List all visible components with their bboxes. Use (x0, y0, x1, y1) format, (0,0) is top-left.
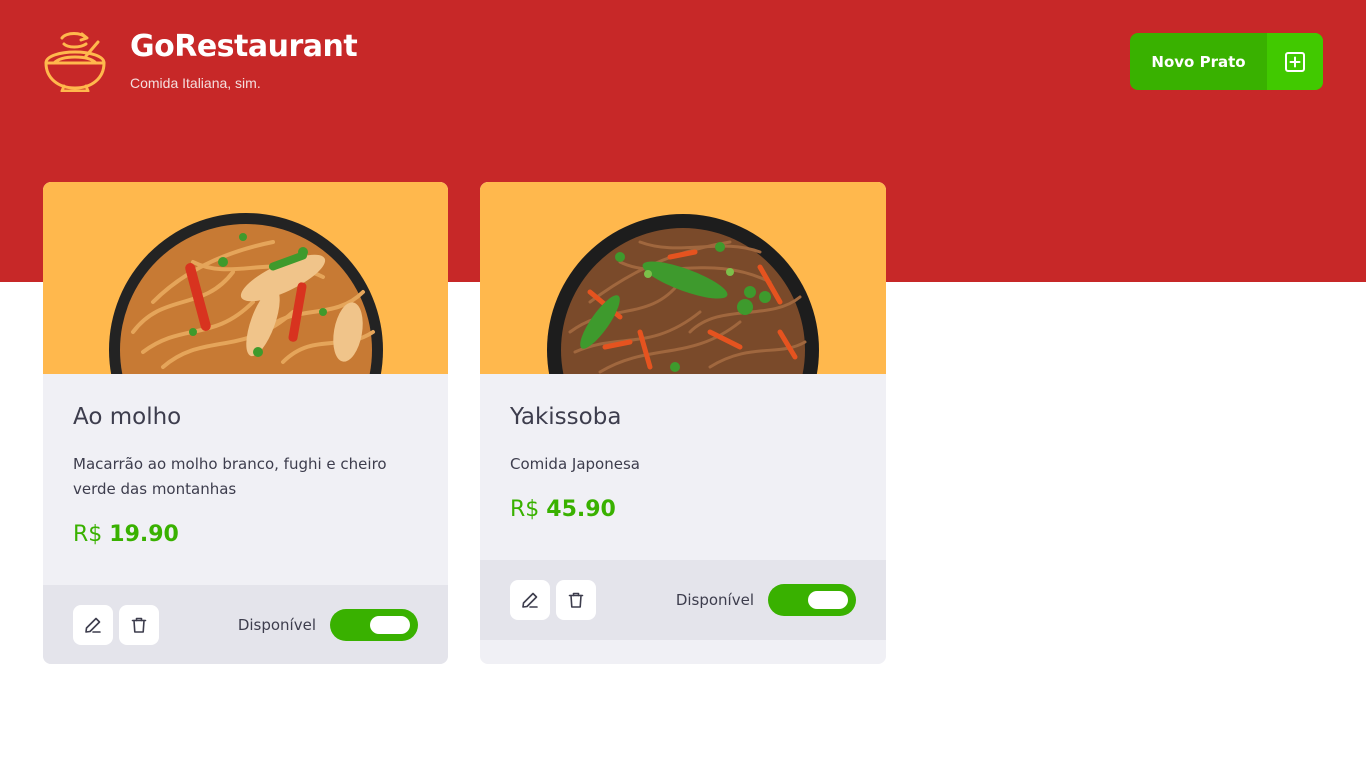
food-price: R$ 45.90 (510, 497, 856, 522)
toggle-knob (808, 591, 848, 609)
trash-icon (568, 592, 584, 608)
card-footer: Disponível (43, 585, 448, 664)
toggle-knob (370, 616, 410, 634)
food-card: Yakissoba Comida Japonesa R$ 45.90 Dispo… (480, 182, 886, 664)
food-image (43, 182, 448, 374)
price-currency: R$ (510, 497, 547, 522)
brand: GoRestaurant Comida Italiana, sim. (42, 29, 358, 92)
price-value: 45.90 (546, 497, 616, 522)
availability-label: Disponível (675, 591, 754, 609)
app-subtitle: Comida Italiana, sim. (130, 75, 261, 91)
new-dish-button[interactable]: Novo Prato (1130, 33, 1323, 90)
pencil-icon (85, 617, 101, 633)
new-dish-button-label: Novo Prato (1151, 52, 1246, 71)
trash-icon (131, 617, 147, 633)
food-name: Ao molho (73, 404, 182, 430)
availability-label: Disponível (237, 616, 316, 634)
price-value: 19.90 (109, 522, 179, 547)
edit-button[interactable] (73, 605, 113, 645)
app-title: GoRestaurant (130, 29, 358, 64)
food-description: Comida Japonesa (510, 455, 640, 473)
availability-toggle[interactable] (768, 584, 856, 616)
pencil-icon (522, 592, 538, 608)
card-footer: Disponível (480, 560, 886, 640)
availability: Disponível (238, 609, 418, 641)
delete-button[interactable] (119, 605, 159, 645)
food-bowl-icon (44, 32, 106, 92)
food-price: R$ 19.90 (73, 522, 418, 547)
delete-button[interactable] (556, 580, 596, 620)
plus-square-icon (1267, 33, 1323, 90)
food-image (480, 182, 886, 374)
availability: Disponível (676, 584, 856, 616)
price-currency: R$ (73, 522, 110, 547)
food-name: Yakissoba (510, 404, 622, 430)
availability-toggle[interactable] (330, 609, 418, 641)
food-card: Ao molho Macarrão ao molho branco, fughi… (43, 182, 448, 664)
food-description: Macarrão ao molho branco, fughi e cheiro… (73, 455, 387, 498)
edit-button[interactable] (510, 580, 550, 620)
